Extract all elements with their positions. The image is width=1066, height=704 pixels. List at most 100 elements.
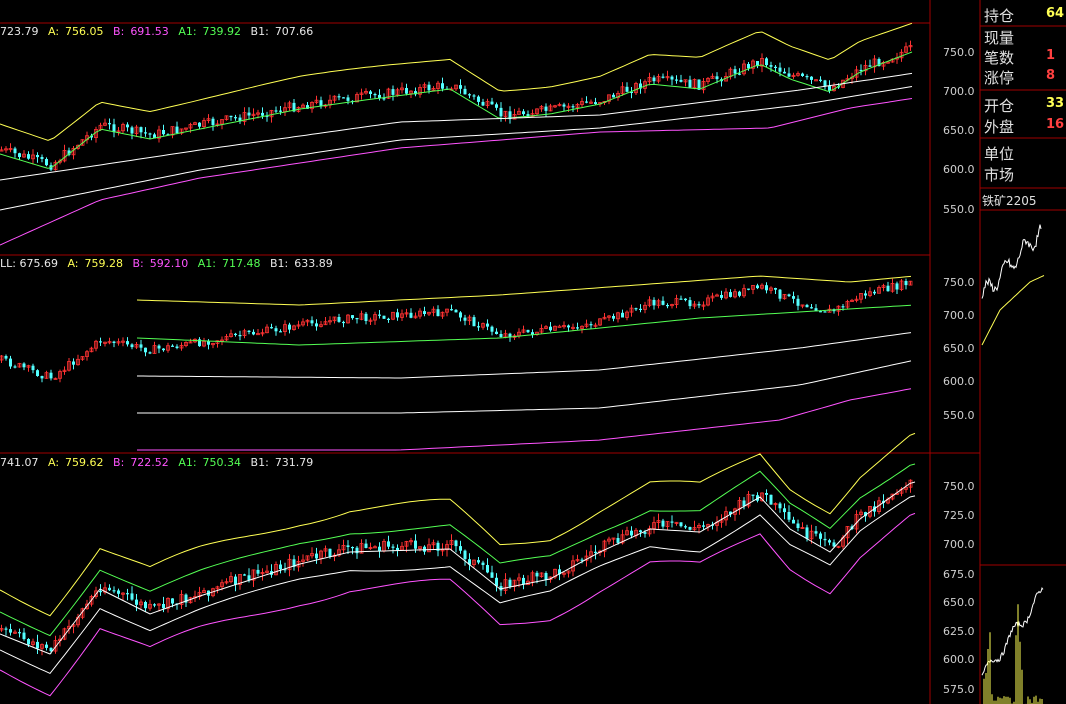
p2-candle xyxy=(459,312,462,318)
stat-open-interest: 持仓 64 xyxy=(984,5,1064,26)
panel1-a1-value: 739.92 xyxy=(202,25,242,38)
y-tick-label: 700.0 xyxy=(943,85,975,98)
p2-candle xyxy=(234,333,237,335)
p2-candle xyxy=(49,372,53,379)
p3-candle xyxy=(454,540,458,547)
y-tick-label: 600.0 xyxy=(943,163,975,176)
panel1-b1-value: 707.66 xyxy=(274,25,314,38)
p1-candle xyxy=(261,112,264,116)
p1-candle xyxy=(679,79,683,82)
stat-trade-count: 笔数 1 xyxy=(984,47,1055,68)
stat-value: 33 xyxy=(1046,96,1065,111)
chart-series xyxy=(0,22,1045,704)
panel1-a-value: 756.05 xyxy=(65,25,104,38)
p1-candle xyxy=(139,127,143,133)
p3-candle xyxy=(819,533,822,539)
p1-candle xyxy=(819,79,822,81)
p3-candle xyxy=(135,599,138,605)
p1-candle xyxy=(18,153,21,157)
y-tick-label: 650.0 xyxy=(943,124,975,137)
p2-candle xyxy=(279,331,282,333)
panel3-b1-value: 731.79 xyxy=(274,456,314,469)
p1-candle xyxy=(522,111,525,115)
p2-candle xyxy=(819,311,822,313)
p1-candle xyxy=(481,101,485,106)
p3-candle xyxy=(423,546,426,552)
p3-candle xyxy=(234,576,237,585)
p1-candle xyxy=(738,73,741,75)
y-tick-label: 600.0 xyxy=(943,653,975,666)
panel2-b1-value: 633.89 xyxy=(294,257,333,270)
p2-candle xyxy=(661,300,665,305)
p2-candle xyxy=(387,318,390,320)
p2-candle xyxy=(310,320,314,324)
p2-candle xyxy=(112,341,116,343)
panel3-base-value: 741.07 xyxy=(0,456,39,469)
p2-candle xyxy=(472,317,476,327)
p1-candle xyxy=(733,69,737,74)
p1-candle xyxy=(126,124,129,128)
p1-candle xyxy=(13,148,17,154)
p1-candle xyxy=(783,71,786,74)
stat-value: 8 xyxy=(1046,68,1056,83)
p2-band-a1 xyxy=(136,304,912,346)
p2-candle xyxy=(549,326,552,331)
p1-candle xyxy=(346,97,350,101)
p2-candle xyxy=(382,315,386,319)
p2-candle xyxy=(130,344,134,348)
p2-candle xyxy=(22,363,26,368)
stat-market: 市场 xyxy=(984,164,1014,185)
p2-candle xyxy=(270,327,273,329)
p3-candle xyxy=(828,540,831,543)
p2-candle xyxy=(499,334,503,337)
p1-candle xyxy=(612,94,615,98)
p2-candle xyxy=(171,345,174,347)
p2-candle xyxy=(274,328,278,332)
p2-candle xyxy=(679,298,683,300)
p3-band-b1 xyxy=(0,495,916,675)
p2-candle xyxy=(436,309,440,317)
p1-candle xyxy=(274,110,278,112)
p3-candle xyxy=(396,547,399,551)
p3-candle xyxy=(414,540,417,549)
p3-candle xyxy=(778,503,782,509)
stat-label: 现量 xyxy=(984,29,1015,47)
p1-candle xyxy=(472,95,476,97)
p3-candle xyxy=(22,632,26,640)
p3-candle xyxy=(792,519,795,524)
panel3-b-label: B: xyxy=(113,456,125,469)
p1-candle xyxy=(342,97,345,99)
y-tick-label: 725.0 xyxy=(943,509,975,522)
p2-candle xyxy=(396,312,399,318)
p2-candle xyxy=(238,335,242,337)
p1-candle xyxy=(670,76,674,80)
p1-candle xyxy=(490,101,494,105)
p1-candle xyxy=(319,100,323,107)
p3-candle xyxy=(630,530,633,536)
panel3-a-label: A: xyxy=(48,456,60,469)
p1-candle xyxy=(459,85,462,89)
panel1-b-value: 691.53 xyxy=(130,25,169,38)
p1-candle xyxy=(544,106,548,111)
p2-candle xyxy=(567,325,570,328)
p1-candle xyxy=(594,102,597,104)
chart-area[interactable] xyxy=(0,0,1066,704)
p1-candle xyxy=(427,84,431,91)
p1-candle xyxy=(373,94,377,96)
p1-candle xyxy=(391,89,395,95)
p1-candle xyxy=(130,127,134,134)
panel3-info: 741.07 A: 759.62 B: 722.52 A1: 750.34 B1: 73… xyxy=(0,456,319,470)
p2-candle xyxy=(904,281,908,286)
p1-candle xyxy=(774,66,777,68)
p3-candle xyxy=(112,590,116,592)
p2-candle xyxy=(756,285,759,289)
p1-candle xyxy=(198,122,201,127)
p2-candle xyxy=(139,344,143,348)
p1-candle xyxy=(27,154,30,159)
p2-band-b1 xyxy=(137,360,912,414)
p3-candle xyxy=(463,550,467,560)
p1-candle xyxy=(585,101,588,103)
p2-candle xyxy=(477,326,480,328)
p2-candle xyxy=(207,341,210,345)
panel2-a-value: 759.28 xyxy=(84,257,124,270)
